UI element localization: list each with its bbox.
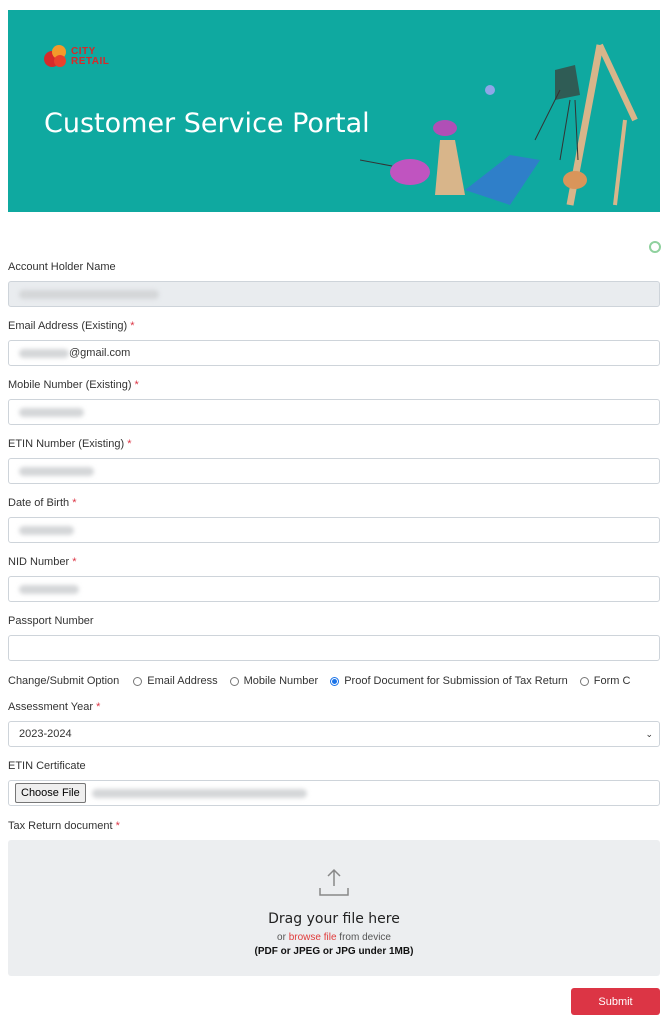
- dob-input[interactable]: [8, 517, 660, 543]
- page-title: Customer Service Portal: [44, 108, 370, 139]
- change-submit-option: Change/Submit Option Email Address Mobil…: [8, 667, 660, 695]
- format-hint: (PDF or JPEG or JPG under 1MB): [254, 946, 414, 957]
- mobile-input[interactable]: [8, 399, 660, 425]
- nid-input[interactable]: [8, 576, 660, 602]
- tax-return-label: Tax Return document *: [8, 820, 120, 832]
- etin-certificate-label: ETIN Certificate: [8, 760, 86, 772]
- email-input[interactable]: @gmail.com: [8, 340, 660, 366]
- radio-email-address[interactable]: Email Address: [133, 675, 218, 687]
- from-device-text: from device: [339, 932, 391, 943]
- submit-button[interactable]: Submit: [571, 988, 660, 1015]
- etin-label: ETIN Number (Existing) *: [8, 438, 132, 450]
- loading-spinner-icon: [649, 241, 661, 253]
- radio-proof-document[interactable]: Proof Document for Submission of Tax Ret…: [330, 675, 568, 687]
- upload-icon: [319, 868, 349, 896]
- browse-file-link[interactable]: browse file: [289, 932, 337, 943]
- etin-certificate-file-input[interactable]: Choose File: [8, 780, 660, 806]
- account-holder-label: Account Holder Name: [8, 261, 116, 273]
- nid-label: NID Number *: [8, 556, 77, 568]
- etin-input[interactable]: [8, 458, 660, 484]
- or-text: or: [277, 932, 286, 943]
- radio-mobile-number[interactable]: Mobile Number: [229, 675, 318, 687]
- account-holder-input: [8, 281, 660, 307]
- header-banner: CITY RETAIL Customer Service Portal: [8, 10, 660, 212]
- option-label: Change/Submit Option: [8, 675, 120, 687]
- email-label: Email Address (Existing) *: [8, 320, 135, 332]
- passport-input[interactable]: [8, 635, 660, 661]
- city-retail-logo: CITY RETAIL: [44, 45, 109, 69]
- logo-text-2: RETAIL: [71, 56, 110, 67]
- radio-form-c[interactable]: Form C: [579, 675, 630, 687]
- assessment-year-select[interactable]: 2023-2024 ⌄: [8, 721, 660, 747]
- assessment-year-label: Assessment Year *: [8, 701, 101, 713]
- tax-return-dropzone[interactable]: Drag your file here or browse file from …: [8, 840, 660, 976]
- chevron-down-icon: ⌄: [645, 728, 653, 739]
- logo-mark-icon: [44, 45, 68, 69]
- choose-file-button[interactable]: Choose File: [15, 783, 86, 803]
- dob-label: Date of Birth *: [8, 497, 77, 509]
- mobile-label: Mobile Number (Existing) *: [8, 379, 139, 391]
- drag-text: Drag your file here: [268, 911, 400, 927]
- banner-illustration: [360, 43, 638, 206]
- passport-label: Passport Number: [8, 615, 94, 627]
- customer-form: Account Holder Name Email Address (Exist…: [8, 259, 660, 976]
